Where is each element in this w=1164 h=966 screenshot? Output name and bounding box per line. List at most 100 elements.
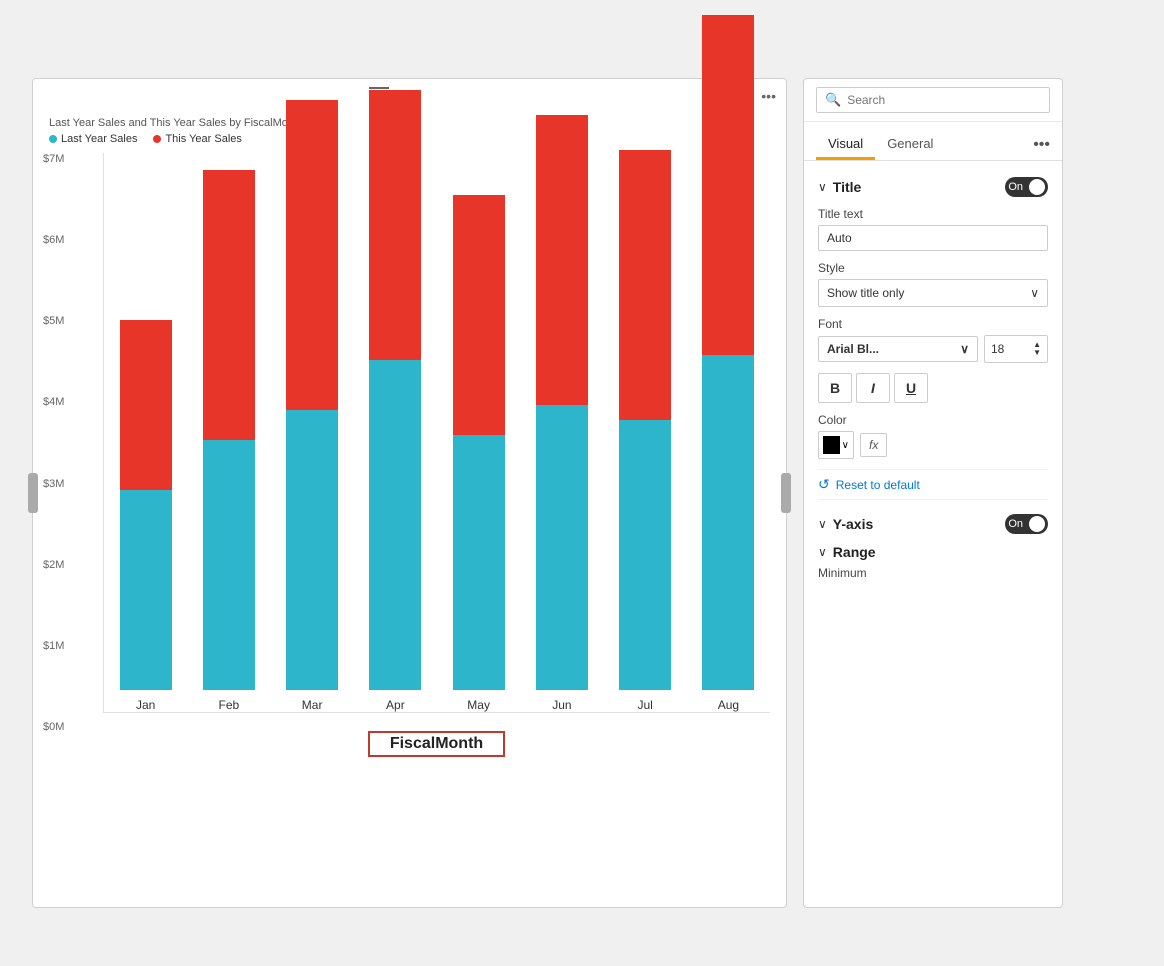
range-section-label: Range	[833, 544, 876, 560]
fx-button[interactable]: fx	[860, 433, 887, 457]
bar-stack-mar[interactable]	[286, 100, 338, 690]
title-chevron-icon[interactable]: ∨	[818, 180, 827, 194]
legend-dot-red	[153, 135, 161, 143]
bar-label-apr: Apr	[386, 698, 405, 712]
tab-more-icon[interactable]: •••	[1033, 136, 1050, 154]
legend-dot-teal	[49, 135, 57, 143]
bar-label-jan: Jan	[136, 698, 155, 712]
font-row: Arial Bl... ∨ 18 ▲ ▼	[818, 335, 1048, 363]
y-axis-chevron-icon[interactable]: ∨	[818, 517, 827, 531]
y-label-4m: $4M	[43, 396, 64, 408]
bar-group-jul: Jul	[614, 150, 677, 712]
title-toggle[interactable]: On	[1005, 177, 1048, 197]
y-label-0m: $0M	[43, 721, 64, 733]
more-icon[interactable]: •••	[761, 88, 776, 104]
bar-label-jun: Jun	[552, 698, 571, 712]
bar-stack-may[interactable]	[453, 195, 505, 690]
y-label-6m: $6M	[43, 234, 64, 246]
legend-item-thisyear: This Year Sales	[153, 133, 241, 145]
range-chevron-icon[interactable]: ∨	[818, 545, 827, 559]
bar-red-mar	[286, 100, 338, 410]
legend-label-lastyear: Last Year Sales	[61, 133, 137, 145]
bar-red-jul	[619, 150, 671, 420]
bar-label-aug: Aug	[718, 698, 739, 712]
font-size-chevron: ▲ ▼	[1033, 341, 1041, 357]
bar-stack-aug[interactable]	[702, 15, 754, 690]
bar-teal-jan	[120, 490, 172, 690]
search-input[interactable]	[847, 93, 1041, 107]
color-row: ∨ fx	[818, 431, 1048, 459]
search-wrapper[interactable]: 🔍	[816, 87, 1050, 113]
x-axis-title: FiscalMonth	[368, 731, 505, 757]
reset-label: Reset to default	[836, 478, 920, 492]
bar-stack-jul[interactable]	[619, 150, 671, 690]
bar-red-aug	[702, 15, 754, 355]
bar-red-jun	[536, 115, 588, 405]
y-axis-toggle[interactable]: On	[1005, 514, 1048, 534]
bar-teal-apr	[369, 360, 421, 690]
minimum-label: Minimum	[818, 566, 1048, 580]
tab-visual[interactable]: Visual	[816, 130, 875, 160]
bar-teal-mar	[286, 410, 338, 690]
style-dropdown-value: Show title only	[827, 286, 904, 300]
y-axis-toggle-knob	[1029, 516, 1045, 532]
font-name-chevron: ∨	[960, 342, 969, 356]
toggle-on-label: On	[1008, 181, 1027, 193]
toggle-knob	[1029, 179, 1045, 195]
reset-icon: ↺	[818, 476, 830, 493]
x-axis-title-wrapper: FiscalMonth	[103, 723, 770, 757]
reset-row[interactable]: ↺ Reset to default	[818, 469, 1048, 500]
bar-label-may: May	[467, 698, 490, 712]
y-axis-section-label: Y-axis	[833, 516, 873, 532]
bar-teal-jul	[619, 420, 671, 690]
style-dropdown-chevron: ∨	[1030, 286, 1039, 300]
bar-teal-jun	[536, 405, 588, 690]
panel-content: ∨ Title On Title text Style Show title o…	[804, 161, 1062, 907]
y-label-3m: $3M	[43, 478, 64, 490]
title-section-header: ∨ Title On	[818, 177, 1048, 197]
search-bar: 🔍	[804, 79, 1062, 122]
bar-stack-jan[interactable]	[120, 320, 172, 690]
bar-group-jun: Jun	[530, 115, 593, 712]
color-swatch	[823, 436, 840, 454]
color-picker-button[interactable]: ∨	[818, 431, 854, 459]
legend-item-lastyear: Last Year Sales	[49, 133, 137, 145]
bar-label-jul: Jul	[637, 698, 652, 712]
bold-button[interactable]: B	[818, 373, 852, 403]
bars-container: Jan Feb Mar Apr May Jun Jul Aug	[103, 153, 770, 713]
font-size-dropdown[interactable]: 18 ▲ ▼	[984, 335, 1048, 363]
bar-group-may: May	[447, 195, 510, 712]
bar-group-aug: Aug	[697, 15, 760, 712]
bar-teal-may	[453, 435, 505, 690]
title-text-field-label: Title text	[818, 207, 1048, 221]
legend-label-thisyear: This Year Sales	[165, 133, 241, 145]
title-text-input[interactable]	[818, 225, 1048, 251]
chart-area: $7M $6M $5M $4M $3M $2M $1M $0M Jan Feb Ma…	[33, 153, 786, 773]
bar-stack-jun[interactable]	[536, 115, 588, 690]
color-field-label: Color	[818, 413, 1048, 427]
chart-panel: ▽ ⤢ ••• Last Year Sales and This Year Sa…	[32, 78, 787, 908]
y-axis-toggle-label: On	[1008, 518, 1027, 530]
bar-group-mar: Mar	[281, 100, 344, 712]
bar-group-apr: Apr	[364, 90, 427, 712]
font-name-dropdown[interactable]: Arial Bl... ∨	[818, 336, 978, 362]
bar-label-feb: Feb	[219, 698, 240, 712]
font-size-value: 18	[991, 342, 1004, 356]
underline-button[interactable]: U	[894, 373, 928, 403]
y-axis-section-header: ∨ Y-axis On	[818, 514, 1048, 534]
color-chevron-icon: ∨	[842, 440, 849, 451]
y-axis-title-row: ∨ Y-axis	[818, 516, 873, 532]
bar-teal-feb	[203, 440, 255, 690]
font-field-label: Font	[818, 317, 1048, 331]
style-dropdown[interactable]: Show title only ∨	[818, 279, 1048, 307]
bar-stack-apr[interactable]	[369, 90, 421, 690]
font-name-value: Arial Bl...	[827, 342, 879, 356]
font-style-row: B I U	[818, 373, 1048, 403]
italic-button[interactable]: I	[856, 373, 890, 403]
tab-general[interactable]: General	[875, 130, 945, 160]
right-panel: 🔍 Visual General ••• ∨ Title On Title	[803, 78, 1063, 908]
bar-red-may	[453, 195, 505, 435]
y-axis-labels: $7M $6M $5M $4M $3M $2M $1M $0M	[43, 153, 68, 733]
bar-label-mar: Mar	[302, 698, 323, 712]
bar-stack-feb[interactable]	[203, 170, 255, 690]
